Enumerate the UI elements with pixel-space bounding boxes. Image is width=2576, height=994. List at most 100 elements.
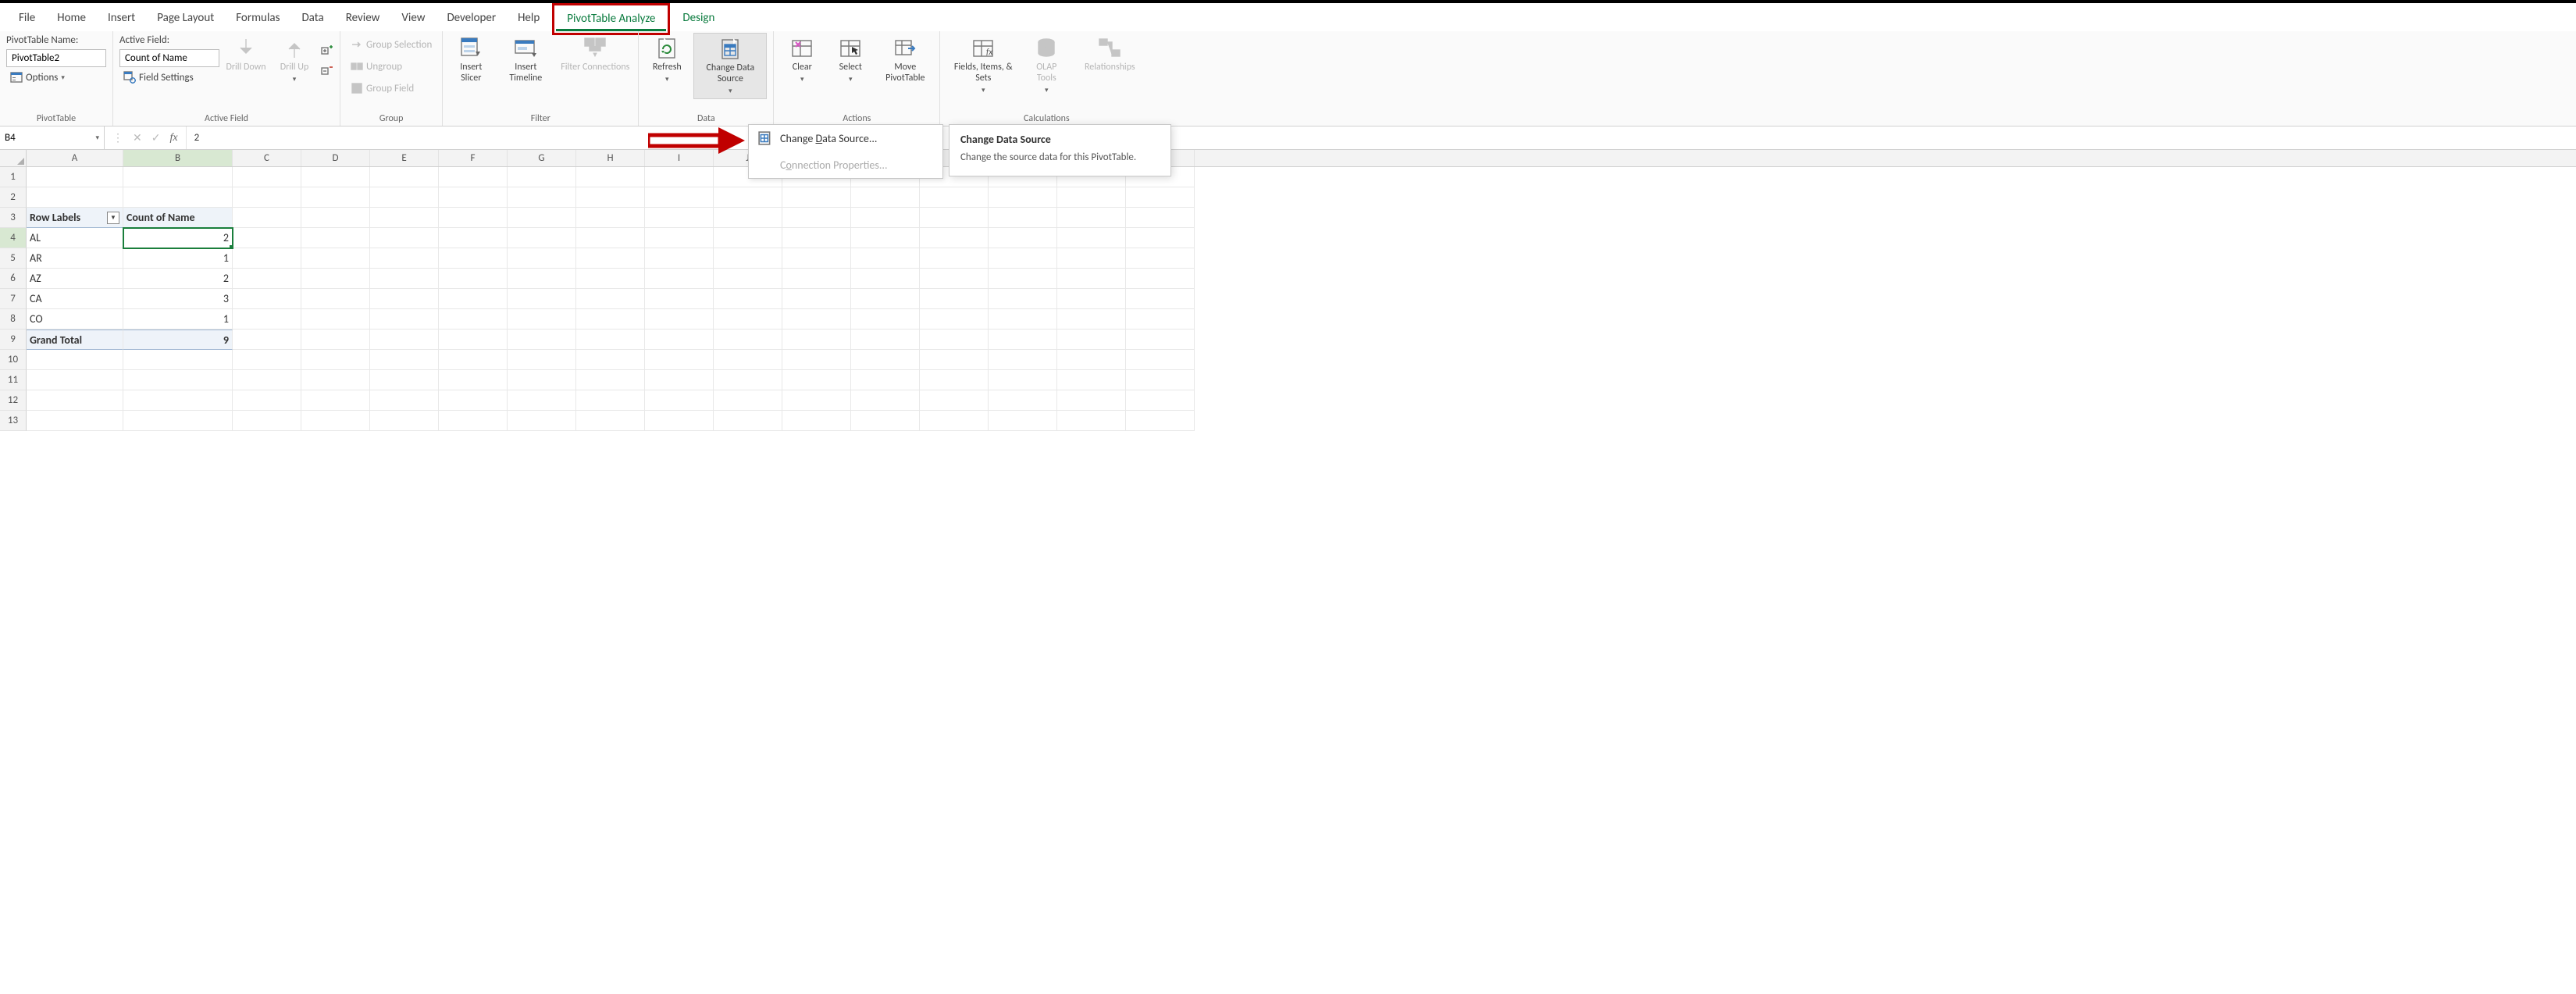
col-header[interactable]: F bbox=[439, 150, 508, 166]
cell[interactable] bbox=[1126, 289, 1195, 309]
pivot-row-label[interactable]: CO bbox=[27, 309, 123, 330]
cell[interactable] bbox=[782, 411, 851, 431]
cell[interactable] bbox=[1057, 269, 1126, 289]
cell[interactable] bbox=[782, 370, 851, 390]
cell[interactable] bbox=[439, 228, 508, 248]
cell[interactable] bbox=[1126, 370, 1195, 390]
cell[interactable] bbox=[123, 187, 233, 208]
cell[interactable] bbox=[989, 390, 1057, 411]
cell[interactable] bbox=[714, 187, 782, 208]
chevron-down-icon[interactable]: ▾ bbox=[92, 134, 99, 142]
cell[interactable] bbox=[645, 309, 714, 330]
cell[interactable] bbox=[782, 330, 851, 350]
cell[interactable] bbox=[851, 228, 920, 248]
cell[interactable] bbox=[576, 228, 645, 248]
cell[interactable] bbox=[714, 228, 782, 248]
pivot-value-cell[interactable]: 2 bbox=[123, 269, 233, 289]
tab-help[interactable]: Help bbox=[507, 6, 550, 31]
cell[interactable] bbox=[370, 350, 439, 370]
cell[interactable] bbox=[233, 370, 301, 390]
worksheet-grid[interactable]: A B C D E F G H I J K L M N O P 123Row L… bbox=[0, 150, 2576, 431]
cell[interactable] bbox=[782, 187, 851, 208]
row-header[interactable]: 10 bbox=[0, 350, 27, 370]
cell[interactable] bbox=[123, 167, 233, 187]
field-settings-button[interactable]: Field Settings bbox=[119, 69, 219, 86]
cell[interactable] bbox=[782, 269, 851, 289]
cell[interactable] bbox=[989, 289, 1057, 309]
cell[interactable] bbox=[851, 330, 920, 350]
cell[interactable] bbox=[1057, 187, 1126, 208]
cell[interactable] bbox=[782, 309, 851, 330]
enter-icon[interactable]: ✓ bbox=[151, 131, 161, 144]
cell[interactable] bbox=[576, 167, 645, 187]
tab-file[interactable]: File bbox=[8, 6, 46, 31]
cell[interactable] bbox=[714, 350, 782, 370]
cell[interactable] bbox=[714, 248, 782, 269]
cell[interactable] bbox=[301, 289, 370, 309]
cell[interactable] bbox=[508, 248, 576, 269]
cell[interactable] bbox=[370, 309, 439, 330]
cell[interactable] bbox=[576, 390, 645, 411]
cell[interactable] bbox=[645, 228, 714, 248]
tab-developer[interactable]: Developer bbox=[436, 6, 507, 31]
cell[interactable] bbox=[782, 248, 851, 269]
cell[interactable] bbox=[301, 330, 370, 350]
cell[interactable] bbox=[576, 370, 645, 390]
cell[interactable] bbox=[439, 370, 508, 390]
pivot-value-cell[interactable]: 1 bbox=[123, 309, 233, 330]
select-button[interactable]: Select ▾ bbox=[828, 33, 872, 87]
cell[interactable] bbox=[1057, 289, 1126, 309]
cell[interactable] bbox=[508, 330, 576, 350]
cell[interactable] bbox=[439, 208, 508, 228]
cell[interactable] bbox=[782, 228, 851, 248]
fx-icon[interactable]: fx bbox=[169, 132, 177, 144]
cell[interactable] bbox=[645, 167, 714, 187]
col-header[interactable]: G bbox=[508, 150, 576, 166]
cell[interactable] bbox=[714, 330, 782, 350]
cell[interactable] bbox=[1126, 208, 1195, 228]
cell[interactable] bbox=[27, 350, 123, 370]
cell[interactable] bbox=[1057, 411, 1126, 431]
cell[interactable] bbox=[920, 289, 989, 309]
col-header[interactable]: B bbox=[123, 150, 233, 166]
row-header[interactable]: 5 bbox=[0, 248, 27, 269]
cell[interactable] bbox=[370, 167, 439, 187]
cell[interactable] bbox=[27, 167, 123, 187]
cell[interactable] bbox=[1126, 330, 1195, 350]
row-header[interactable]: 11 bbox=[0, 370, 27, 390]
cell[interactable] bbox=[27, 370, 123, 390]
cell[interactable] bbox=[989, 269, 1057, 289]
cell[interactable] bbox=[233, 309, 301, 330]
cell[interactable] bbox=[439, 167, 508, 187]
cell[interactable] bbox=[123, 350, 233, 370]
cell[interactable] bbox=[508, 390, 576, 411]
tab-insert[interactable]: Insert bbox=[97, 6, 146, 31]
cell[interactable] bbox=[370, 187, 439, 208]
pivot-value-cell[interactable]: 3 bbox=[123, 289, 233, 309]
cell[interactable] bbox=[645, 187, 714, 208]
cell[interactable] bbox=[576, 248, 645, 269]
cell[interactable] bbox=[989, 187, 1057, 208]
cell[interactable] bbox=[851, 269, 920, 289]
cell[interactable] bbox=[714, 390, 782, 411]
cell[interactable] bbox=[576, 309, 645, 330]
cell[interactable] bbox=[233, 167, 301, 187]
cell[interactable] bbox=[989, 350, 1057, 370]
col-header[interactable]: C bbox=[233, 150, 301, 166]
cell[interactable] bbox=[851, 350, 920, 370]
cell[interactable] bbox=[370, 289, 439, 309]
cell[interactable] bbox=[233, 330, 301, 350]
cell[interactable] bbox=[1126, 187, 1195, 208]
cell[interactable] bbox=[233, 411, 301, 431]
cell[interactable] bbox=[989, 248, 1057, 269]
cell[interactable] bbox=[439, 289, 508, 309]
cell[interactable] bbox=[233, 269, 301, 289]
cell[interactable] bbox=[714, 208, 782, 228]
cell[interactable] bbox=[989, 309, 1057, 330]
row-header[interactable]: 3 bbox=[0, 208, 27, 228]
pivot-row-label[interactable]: AR bbox=[27, 248, 123, 269]
cell[interactable] bbox=[645, 289, 714, 309]
cell[interactable] bbox=[782, 289, 851, 309]
cell[interactable] bbox=[576, 269, 645, 289]
col-header[interactable]: D bbox=[301, 150, 370, 166]
